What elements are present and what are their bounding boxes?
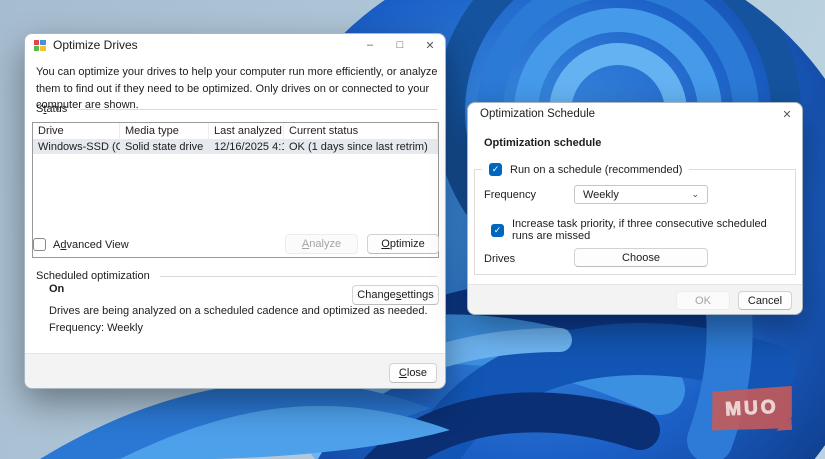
divider [159, 275, 437, 277]
muo-logo-text: MUO [724, 396, 780, 421]
advanced-view-row[interactable]: Advanced View [33, 238, 129, 251]
media-type-cell: Solid state drive [125, 140, 204, 153]
ok-button[interactable]: OK [676, 291, 730, 310]
last-analyzed-cell: 12/16/2025 4:18 … [214, 140, 284, 153]
advanced-view-label: Advanced View [53, 238, 129, 251]
optimize-drives-window: Optimize Drives – □ ✕ You can optimize y… [24, 33, 446, 389]
run-on-schedule-label: Run on a schedule (recommended) [510, 163, 683, 176]
close-icon[interactable]: ✕ [415, 34, 445, 56]
cancel-button[interactable]: Cancel [738, 291, 792, 310]
optimization-schedule-dialog: Optimization Schedule ✕ Optimization sch… [467, 102, 803, 315]
maximize-icon[interactable]: □ [385, 34, 415, 56]
optimize-button[interactable]: Optimize [367, 234, 439, 254]
analyze-button[interactable]: Analyze [285, 234, 358, 254]
dialog-title: Optimization Schedule [480, 108, 596, 120]
run-on-schedule-checkbox[interactable]: ✓ [489, 163, 502, 176]
schedule-description: Drives are being analyzed on a scheduled… [49, 305, 428, 317]
column-header-last-analyzed[interactable]: Last analyzed or … [209, 123, 284, 139]
column-header-drive[interactable]: Drive [33, 123, 120, 139]
desktop: { "icons": { "minimize": "–", "maximize"… [0, 0, 825, 459]
minimize-icon[interactable]: – [355, 34, 385, 56]
frequency-value: Weekly [583, 188, 619, 201]
schedule-dialog-titlebar[interactable]: Optimization Schedule ✕ [468, 103, 802, 125]
current-status-cell: OK (1 days since last retrim) [289, 140, 428, 153]
change-settings-button[interactable]: Change s ettings [352, 285, 439, 305]
task-priority-label: Increase task priority, if three consecu… [512, 218, 767, 242]
scheduled-optimization-label: Scheduled optimization [36, 270, 150, 282]
drive-name-cell: Windows-SSD (C:) [38, 140, 120, 153]
optimize-drives-icon [34, 39, 46, 51]
listview-header[interactable]: Drive Media type Last analyzed or … Curr… [33, 123, 438, 139]
task-priority-row[interactable]: ✓ Increase task priority, if three conse… [491, 218, 791, 242]
optimize-drives-titlebar[interactable]: Optimize Drives – □ ✕ [25, 34, 445, 56]
schedule-status: On [49, 283, 65, 295]
window-title: Optimize Drives [53, 38, 138, 52]
status-group-header: Status [36, 103, 437, 115]
choose-drives-button[interactable]: Choose [574, 248, 708, 267]
dialog-footer [25, 353, 445, 388]
advanced-view-checkbox[interactable] [33, 238, 46, 251]
close-button[interactable]: Close [389, 363, 437, 383]
frequency-dropdown[interactable]: Weekly ⌄ [574, 185, 708, 204]
muo-logo: MUO [710, 386, 794, 432]
table-row[interactable]: Windows-SSD (C:) Solid state drive 12/16… [33, 139, 438, 154]
column-header-media-type[interactable]: Media type [120, 123, 209, 139]
close-icon[interactable]: ✕ [772, 103, 802, 125]
divider [77, 108, 437, 110]
column-header-current-status[interactable]: Current status [284, 123, 438, 139]
chevron-down-icon: ⌄ [691, 189, 699, 199]
optimization-schedule-heading: Optimization schedule [484, 137, 602, 149]
schedule-frequency: Frequency: Weekly [49, 322, 143, 334]
task-priority-checkbox[interactable]: ✓ [491, 223, 504, 237]
drives-label: Drives [484, 253, 516, 265]
run-on-schedule-row[interactable]: ✓ Run on a schedule (recommended) [482, 162, 690, 177]
frequency-label: Frequency [484, 189, 536, 201]
scheduled-optimization-header: Scheduled optimization [36, 270, 437, 282]
status-label: Status [36, 103, 68, 115]
